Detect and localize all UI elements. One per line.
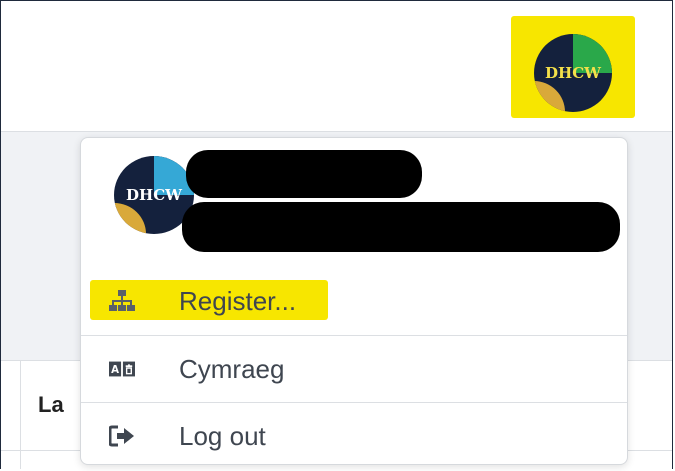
avatar-logo-text: DHCW	[126, 186, 182, 204]
menu-item-logout[interactable]: Log out	[81, 402, 627, 469]
sitemap-icon	[109, 289, 135, 313]
redacted-user-email	[182, 202, 620, 252]
redacted-user-name	[186, 150, 422, 198]
svg-text:A: A	[111, 365, 119, 376]
avatar-accent	[114, 202, 146, 234]
menu-item-language[interactable]: A Cymraeg	[81, 335, 627, 402]
table-column-header: La	[38, 392, 64, 417]
menu-item-label: Register...	[179, 285, 297, 316]
avatar-logo-text: DHCW	[545, 64, 601, 82]
menu-item-register[interactable]: Register...	[81, 268, 627, 334]
avatar-accent	[534, 80, 566, 112]
language-icon: A	[109, 359, 135, 379]
user-avatar-button[interactable]: DHCW	[534, 34, 612, 112]
menu-item-label: Cymraeg	[179, 353, 285, 384]
table-divider	[20, 360, 21, 469]
sign-out-icon	[109, 425, 135, 447]
menu-item-label: Log out	[179, 420, 266, 451]
